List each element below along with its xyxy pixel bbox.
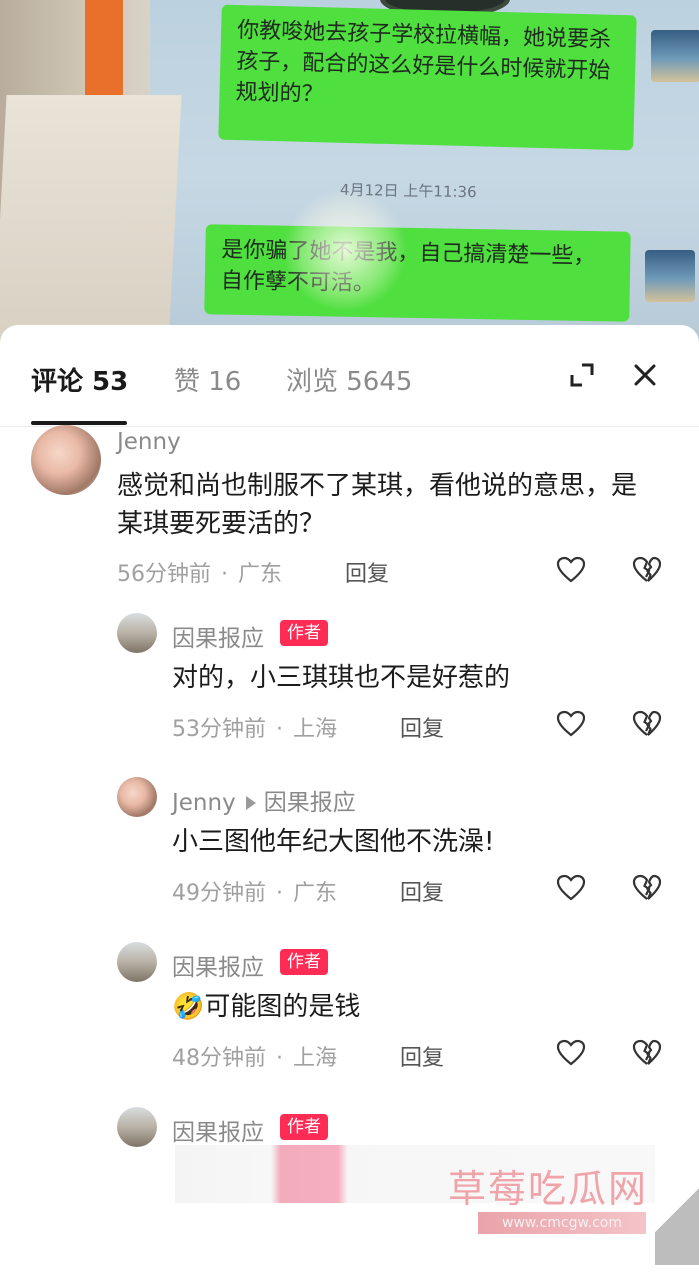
comment-location: 上海 [293,717,338,742]
close-icon [634,364,656,386]
heart-icon[interactable] [556,709,586,739]
arrow-right-icon [245,795,256,810]
comment-meta: 48分钟前 · 上海 [172,1046,338,1071]
watermark-url: www.cmcgw.com [478,1212,646,1234]
comment-location: 上海 [293,1046,338,1071]
reply-button[interactable]: 回复 [345,556,389,588]
reply-button[interactable]: 回复 [400,1040,444,1072]
comment-time: 48分钟前 [172,1046,266,1071]
comment-meta: 56分钟前 · 广东 [117,562,283,587]
avatar[interactable] [117,1107,157,1147]
comment-text: 对的，小三琪琪也不是好惹的 [172,663,511,693]
comment-text: 感觉和尚也制服不了某琪，看他说的意思，是某琪要死要活的？ [117,471,638,539]
tab-views[interactable]: 浏览 5645 [286,361,412,398]
comment-author[interactable]: Jenny [117,429,181,455]
broken-heart-icon[interactable] [632,709,662,739]
comment-author[interactable]: 因果报应 [172,619,264,653]
comment-time: 56分钟前 [117,562,211,587]
comment-time: 53分钟前 [172,717,266,742]
tab-likes[interactable]: 赞 16 [174,361,241,398]
broken-heart-icon[interactable] [632,1038,662,1068]
laughing-emoji: 🤣 [172,992,205,1022]
broken-heart-icon[interactable] [632,555,662,585]
avatar[interactable] [117,613,157,653]
heart-icon[interactable] [556,873,586,903]
avatar[interactable] [117,777,157,817]
avatar[interactable] [31,425,101,495]
author-badge: 作者 [280,949,328,975]
comment-location: 广东 [238,562,283,587]
expand-button[interactable] [562,355,602,395]
avatar[interactable] [117,942,157,982]
author-name[interactable]: Jenny [172,790,236,816]
chat-avatar [651,30,699,82]
reply-target-name[interactable]: 因果报应 [264,790,356,816]
reply-button[interactable]: 回复 [400,711,444,743]
heart-icon[interactable] [556,1038,586,1068]
tab-comments[interactable]: 评论 53 [31,361,128,398]
heart-icon[interactable] [556,555,586,585]
chat-avatar [645,250,695,302]
chat-bubble: 是你骗了她不是我，自己搞清楚一些，自作孽不可活。 [204,224,631,322]
comment-time: 49分钟前 [172,881,266,906]
comment-author: Jenny 因果报应 [172,783,356,817]
photo-glare [280,190,410,310]
comment-author[interactable]: 因果报应 [172,948,264,982]
author-badge: 作者 [280,1114,328,1140]
comment-meta: 53分钟前 · 上海 [172,717,338,742]
comment-text: 🤣可能图的是钱 [172,992,361,1022]
close-button[interactable] [625,355,665,395]
expand-icon [570,363,594,387]
author-badge: 作者 [280,620,328,646]
comment-text: 小三图他年纪大图他不洗澡! [172,827,495,857]
tab-bar: 评论 53 赞 16 浏览 5645 [0,325,699,427]
comment-location: 广东 [293,881,338,906]
page-curl [655,1155,699,1265]
watermark-text: 草莓吃瓜网 [448,1167,649,1211]
reply-button[interactable]: 回复 [400,875,444,907]
comment-meta: 49分钟前 · 广东 [172,881,338,906]
background-photo: 你教唆她去孩子学校拉横幅，她说要杀孩子，配合的这么好是什么时候就开始规划的？ 4… [0,0,699,345]
chat-bubble: 你教唆她去孩子学校拉横幅，她说要杀孩子，配合的这么好是什么时候就开始规划的？ [218,4,637,151]
photo-tissue [0,95,182,345]
comment-author[interactable]: 因果报应 [172,1113,264,1147]
broken-heart-icon[interactable] [632,873,662,903]
tab-active-indicator [31,421,127,425]
